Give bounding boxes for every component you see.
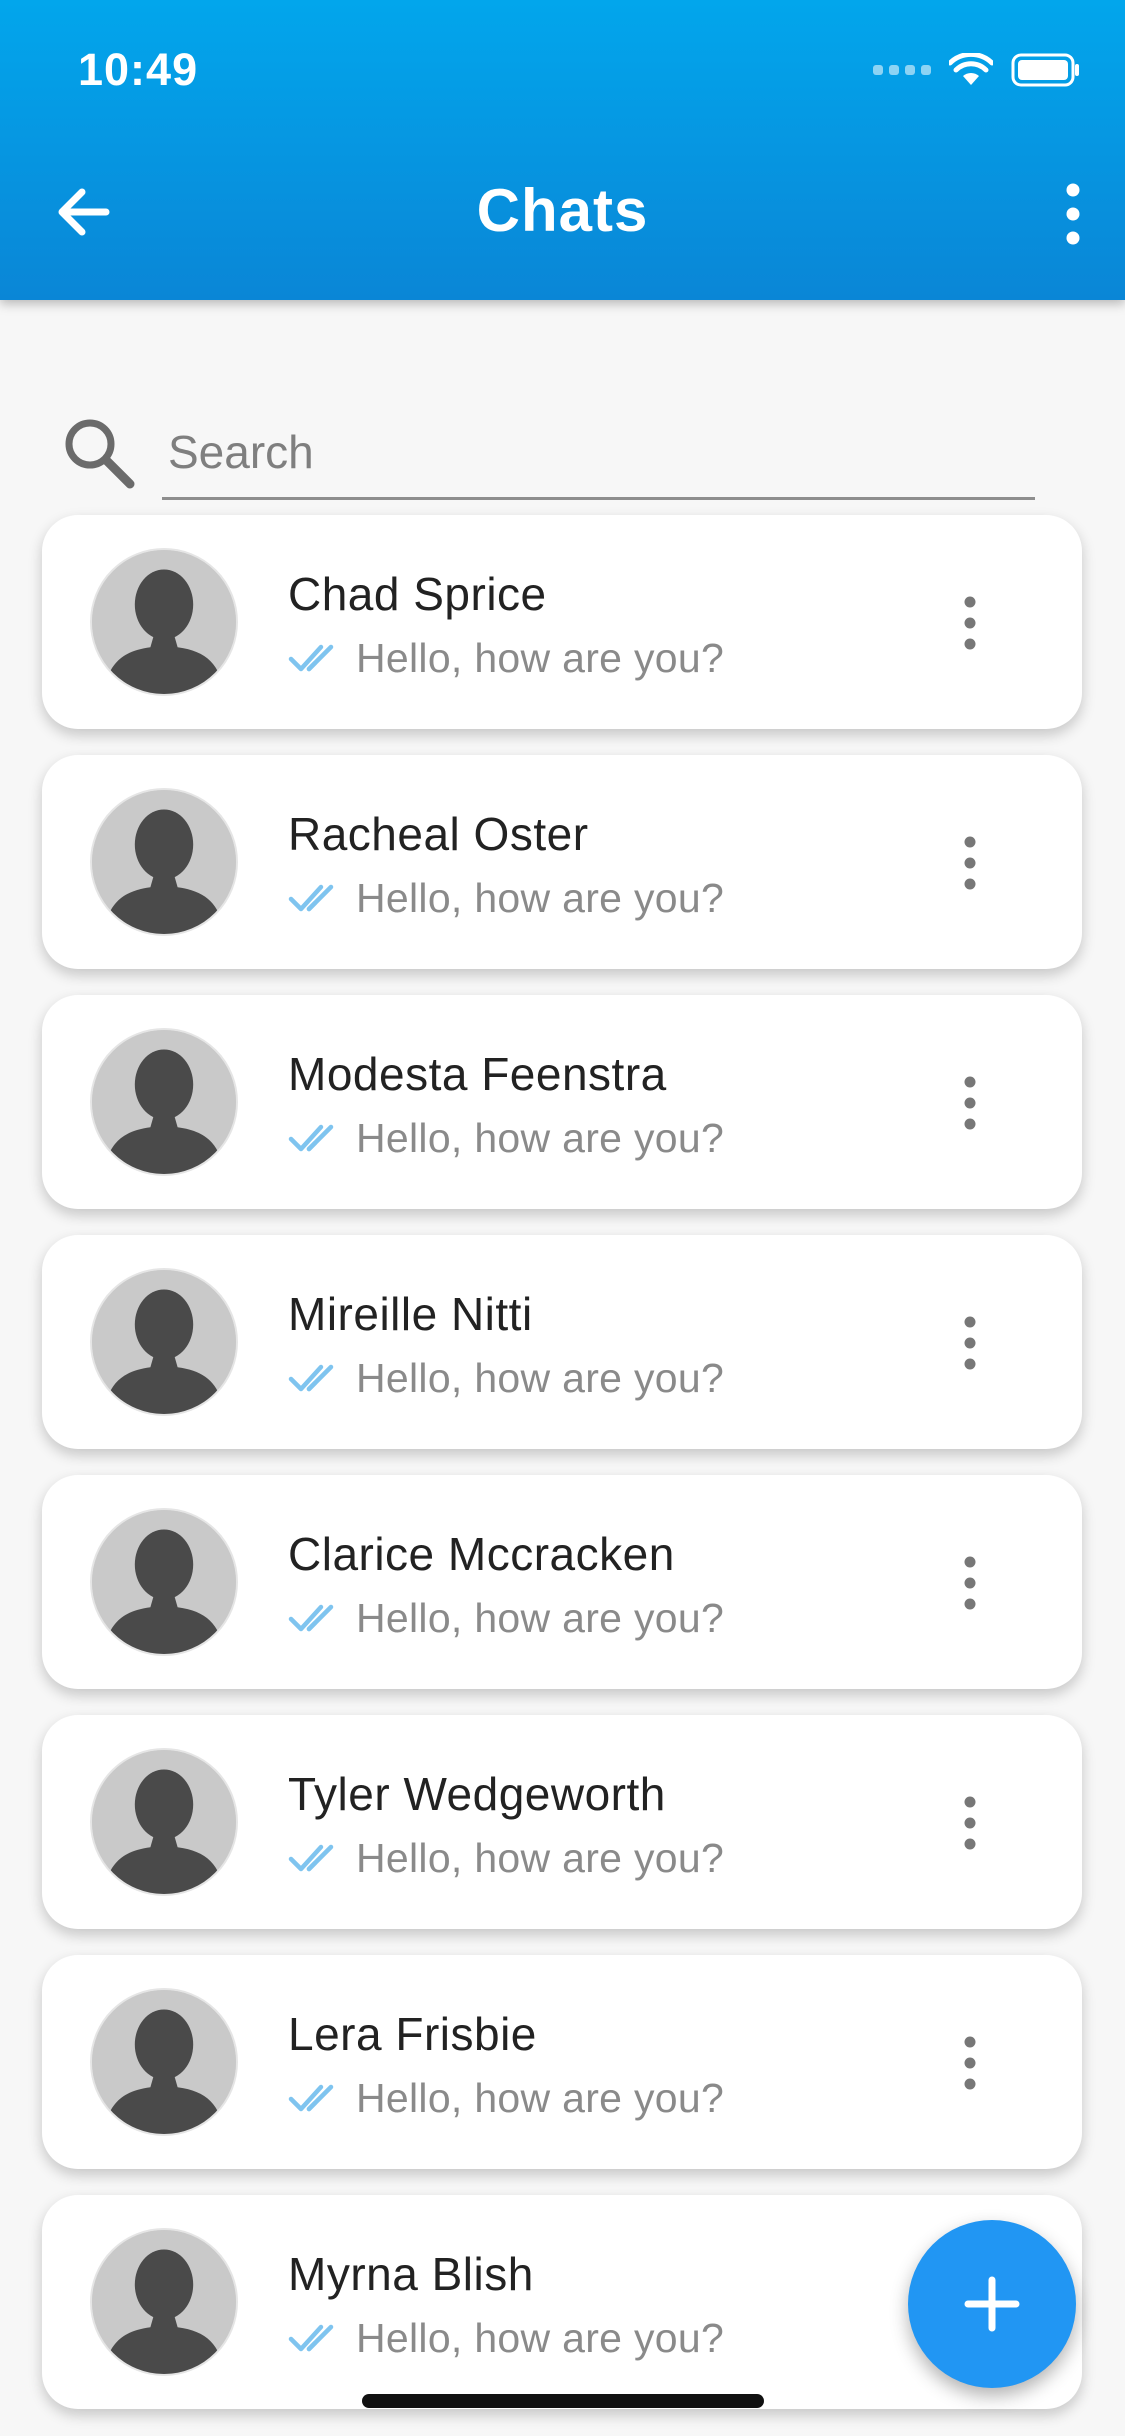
avatar bbox=[90, 788, 238, 936]
status-icons bbox=[873, 48, 1081, 92]
contact-name: Chad Sprice bbox=[288, 568, 547, 620]
last-message-row: Hello, how are you? bbox=[288, 2073, 724, 2123]
last-message-row: Hello, how are you? bbox=[288, 633, 724, 683]
contact-name: Racheal Oster bbox=[288, 808, 589, 860]
double-check-icon bbox=[288, 644, 334, 672]
more-vert-icon bbox=[964, 1316, 976, 1370]
last-message-row: Hello, how are you? bbox=[288, 2313, 724, 2363]
double-check-icon bbox=[288, 1124, 334, 1152]
double-check-icon bbox=[288, 2324, 334, 2352]
wifi-icon bbox=[949, 53, 993, 85]
person-placeholder-icon bbox=[92, 1030, 236, 1174]
contact-name: Tyler Wedgeworth bbox=[288, 1768, 666, 1820]
chat-list-item[interactable]: Clarice Mccracken Hello, how are you? bbox=[42, 1475, 1082, 1689]
more-vert-icon bbox=[964, 1796, 976, 1850]
chat-list-item[interactable]: Chad Sprice Hello, how are you? bbox=[42, 515, 1082, 729]
person-placeholder-icon bbox=[92, 790, 236, 934]
avatar bbox=[90, 1508, 238, 1656]
home-indicator bbox=[362, 2394, 764, 2408]
person-placeholder-icon bbox=[92, 1990, 236, 2134]
contact-name: Myrna Blish bbox=[288, 2248, 534, 2300]
chat-options-button[interactable] bbox=[950, 1553, 990, 1613]
chat-list-item[interactable]: Lera Frisbie Hello, how are you? bbox=[42, 1955, 1082, 2169]
app-bar: 10:49 Chats bbox=[0, 0, 1125, 300]
last-message-row: Hello, how are you? bbox=[288, 1113, 724, 1163]
main-content: Chad Sprice Hello, how are you? Ra bbox=[0, 300, 1125, 2436]
person-placeholder-icon bbox=[92, 1750, 236, 1894]
last-message: Hello, how are you? bbox=[356, 2314, 725, 2361]
last-message-row: Hello, how are you? bbox=[288, 1353, 724, 1403]
chat-options-button[interactable] bbox=[950, 1793, 990, 1853]
battery-icon bbox=[1011, 53, 1079, 87]
contact-name: Lera Frisbie bbox=[288, 2008, 537, 2060]
status-time: 10:49 bbox=[78, 44, 199, 95]
page-title: Chats bbox=[476, 177, 649, 244]
last-message: Hello, how are you? bbox=[356, 1354, 725, 1401]
last-message: Hello, how are you? bbox=[356, 1594, 725, 1641]
double-check-icon bbox=[288, 1604, 334, 1632]
chat-options-button[interactable] bbox=[950, 593, 990, 653]
last-message: Hello, how are you? bbox=[356, 1834, 725, 1881]
chat-list-item[interactable]: Tyler Wedgeworth Hello, how are you? bbox=[42, 1715, 1082, 1929]
chat-list-item[interactable]: Modesta Feenstra Hello, how are you? bbox=[42, 995, 1082, 1209]
double-check-icon bbox=[288, 1844, 334, 1872]
double-check-icon bbox=[288, 2084, 334, 2112]
search-input[interactable] bbox=[162, 406, 1035, 500]
person-placeholder-icon bbox=[92, 1270, 236, 1414]
chat-list-item[interactable]: Mireille Nitti Hello, how are you? bbox=[42, 1235, 1082, 1449]
more-vert-icon bbox=[1066, 183, 1080, 245]
last-message: Hello, how are you? bbox=[356, 634, 725, 681]
last-message: Hello, how are you? bbox=[356, 2074, 725, 2121]
add-chat-button[interactable] bbox=[908, 2220, 1076, 2388]
chat-options-button[interactable] bbox=[950, 1313, 990, 1373]
chat-options-button[interactable] bbox=[950, 2033, 990, 2093]
avatar bbox=[90, 1748, 238, 1896]
chat-options-button[interactable] bbox=[950, 1073, 990, 1133]
avatar bbox=[90, 2228, 238, 2376]
chat-list-item[interactable]: Racheal Oster Hello, how are you? bbox=[42, 755, 1082, 969]
more-vert-icon bbox=[964, 836, 976, 890]
last-message-row: Hello, how are you? bbox=[288, 1593, 724, 1643]
last-message: Hello, how are you? bbox=[356, 874, 725, 921]
avatar bbox=[90, 1988, 238, 2136]
overflow-menu-button[interactable] bbox=[1053, 178, 1093, 250]
last-message: Hello, how are you? bbox=[356, 1114, 725, 1161]
plus-icon bbox=[964, 2276, 1020, 2332]
more-vert-icon bbox=[964, 596, 976, 650]
chat-options-button[interactable] bbox=[950, 833, 990, 893]
signal-icon bbox=[873, 65, 931, 75]
search-bar bbox=[60, 356, 1035, 500]
double-check-icon bbox=[288, 1364, 334, 1392]
avatar bbox=[90, 1028, 238, 1176]
last-message-row: Hello, how are you? bbox=[288, 873, 724, 923]
contact-name: Mireille Nitti bbox=[288, 1288, 533, 1340]
more-vert-icon bbox=[964, 1076, 976, 1130]
contact-name: Clarice Mccracken bbox=[288, 1528, 675, 1580]
avatar bbox=[90, 1268, 238, 1416]
more-vert-icon bbox=[964, 2036, 976, 2090]
last-message-row: Hello, how are you? bbox=[288, 1833, 724, 1883]
avatar bbox=[90, 548, 238, 696]
person-placeholder-icon bbox=[92, 550, 236, 694]
search-icon bbox=[65, 419, 135, 489]
contact-name: Modesta Feenstra bbox=[288, 1048, 667, 1100]
person-placeholder-icon bbox=[92, 1510, 236, 1654]
double-check-icon bbox=[288, 884, 334, 912]
person-placeholder-icon bbox=[92, 2230, 236, 2374]
more-vert-icon bbox=[964, 1556, 976, 1610]
